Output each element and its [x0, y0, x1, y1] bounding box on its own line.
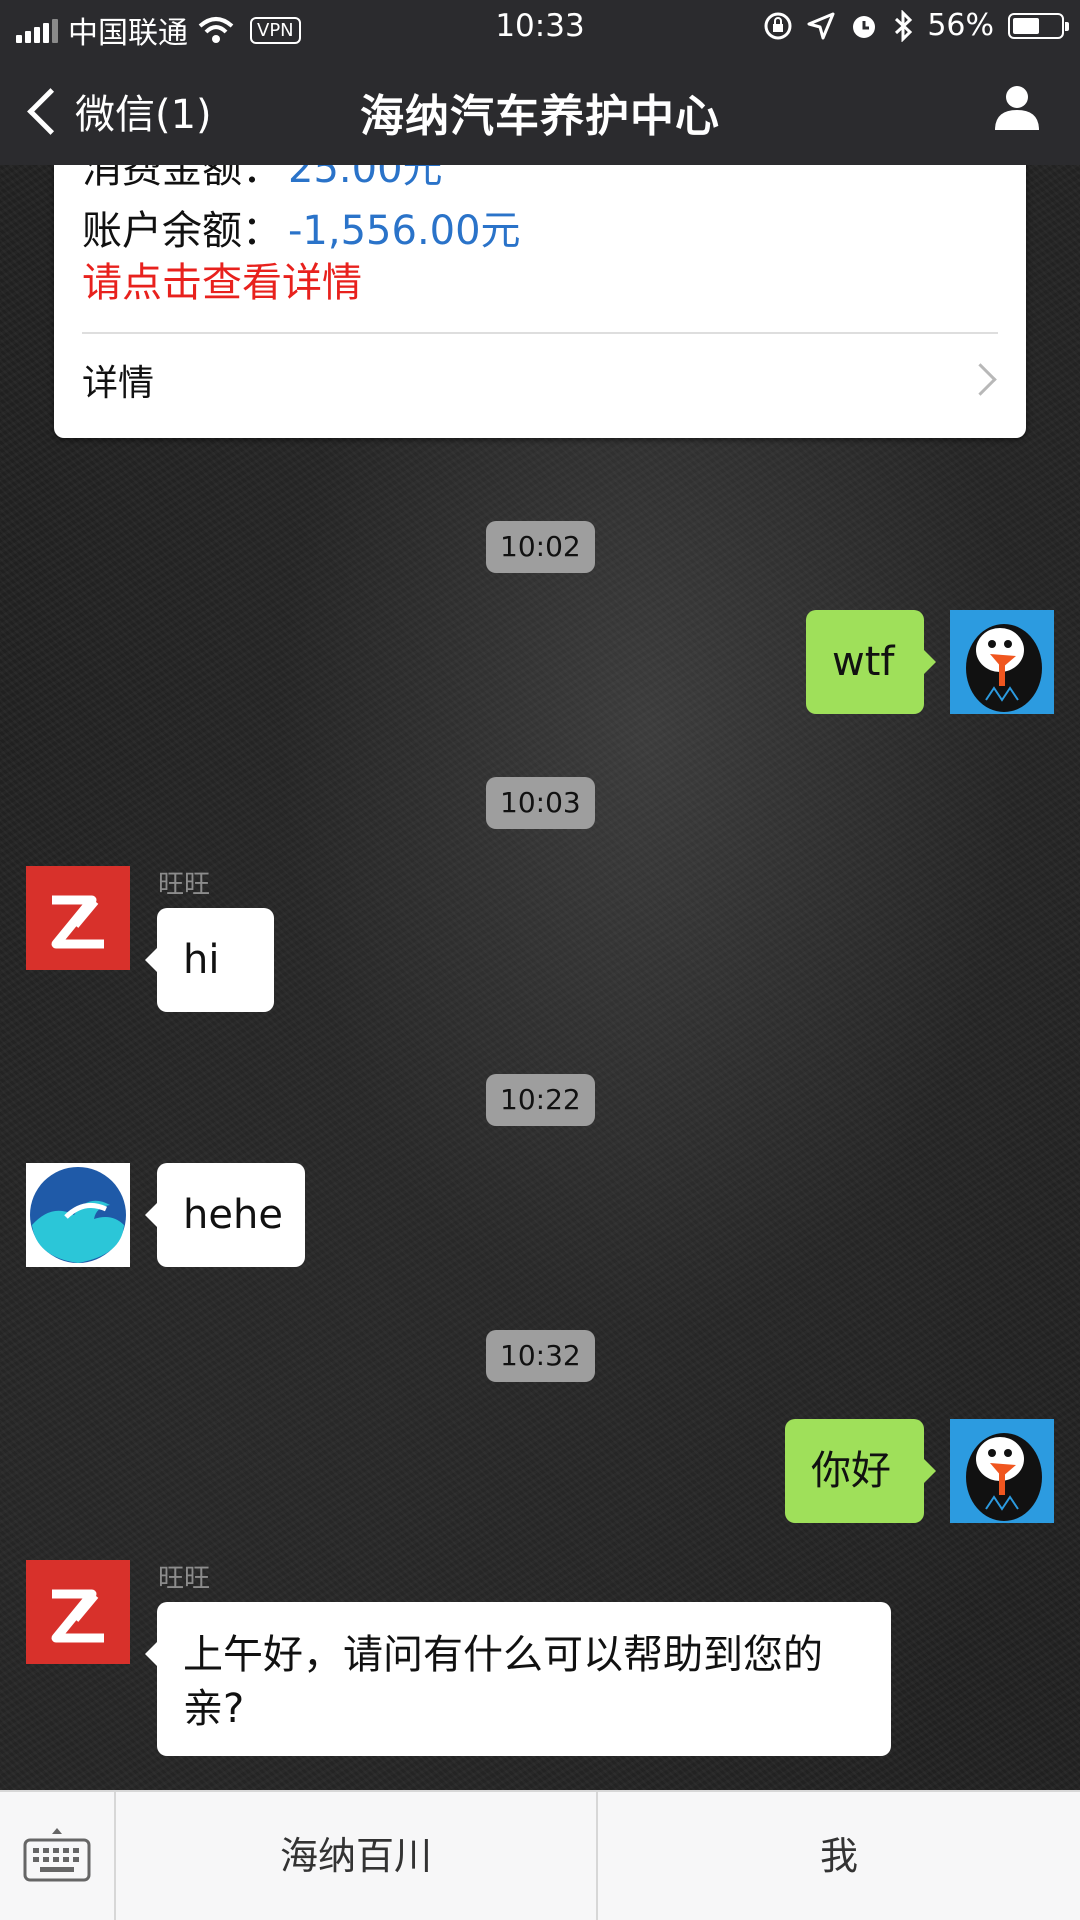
account-card[interactable]: 消费金额： 25.00元 账户余额： -1,556.00元 请点击查看详情 详情: [54, 130, 1026, 438]
card-divider: [82, 332, 998, 334]
z-logo-icon: [26, 866, 130, 970]
z-logo-icon: [26, 1560, 130, 1664]
battery-percent: 56%: [927, 8, 994, 43]
penguin-avatar[interactable]: [950, 1419, 1054, 1523]
balance-label: 账户余额：: [82, 208, 282, 254]
timestamp: 10:03: [486, 777, 595, 829]
status-bar: 中国联通 VPN 10:33 56%: [0, 0, 1080, 54]
timestamp: 10:32: [486, 1330, 595, 1382]
nav-bar: 微信(1) 海纳汽车养护中心: [0, 54, 1080, 165]
balance-row: 账户余额： -1,556.00元: [82, 198, 521, 256]
message-line: 上午好，请问有什么可以帮助到您的: [183, 1632, 823, 1678]
timestamp: 10:22: [486, 1074, 595, 1126]
message-bubble[interactable]: hi: [145, 908, 274, 1012]
bluetooth-icon: [895, 9, 913, 42]
message-bubble[interactable]: 你好: [785, 1419, 936, 1523]
message-bubble[interactable]: hehe: [145, 1163, 305, 1267]
keyboard-toggle-button[interactable]: [0, 1792, 116, 1920]
brand-avatar[interactable]: [26, 866, 130, 970]
wave-avatar[interactable]: [26, 1163, 130, 1267]
timestamp: 10:02: [486, 521, 595, 573]
lock-rotation-icon: [764, 12, 792, 39]
balance-value: -1,556.00元: [288, 208, 521, 254]
brand-avatar[interactable]: [26, 1560, 130, 1664]
wave-logo-icon: [26, 1163, 130, 1267]
bottom-menu-bar: 海纳百川 我: [0, 1790, 1080, 1920]
location-icon: [807, 12, 835, 39]
top-bar: 中国联通 VPN 10:33 56% 微信(1) 海纳汽车养护中心: [0, 0, 1080, 165]
details-link[interactable]: 详情: [82, 354, 154, 406]
penguin-icon: [950, 1419, 1054, 1523]
page-title: 海纳汽车养护中心: [360, 91, 720, 142]
user-icon[interactable]: [992, 82, 1042, 132]
penguin-icon: [950, 610, 1054, 714]
message-line: 亲?: [183, 1686, 245, 1732]
battery-icon: [1008, 12, 1069, 39]
chevron-right-icon: [964, 363, 997, 396]
sender-name: 旺旺: [158, 1564, 211, 1594]
penguin-avatar[interactable]: [950, 610, 1054, 714]
message-bubble[interactable]: wtf: [806, 610, 936, 714]
alarm-icon: [853, 15, 876, 38]
keyboard-icon: [23, 1828, 91, 1882]
view-details-prompt: 请点击查看详情: [82, 260, 362, 306]
menu-item-hainabaichuan[interactable]: 海纳百川: [116, 1792, 598, 1920]
menu-item-me[interactable]: 我: [598, 1792, 1080, 1920]
message-bubble[interactable]: 上午好，请问有什么可以帮助到您的 亲?: [145, 1602, 891, 1756]
sender-name: 旺旺: [158, 870, 211, 900]
